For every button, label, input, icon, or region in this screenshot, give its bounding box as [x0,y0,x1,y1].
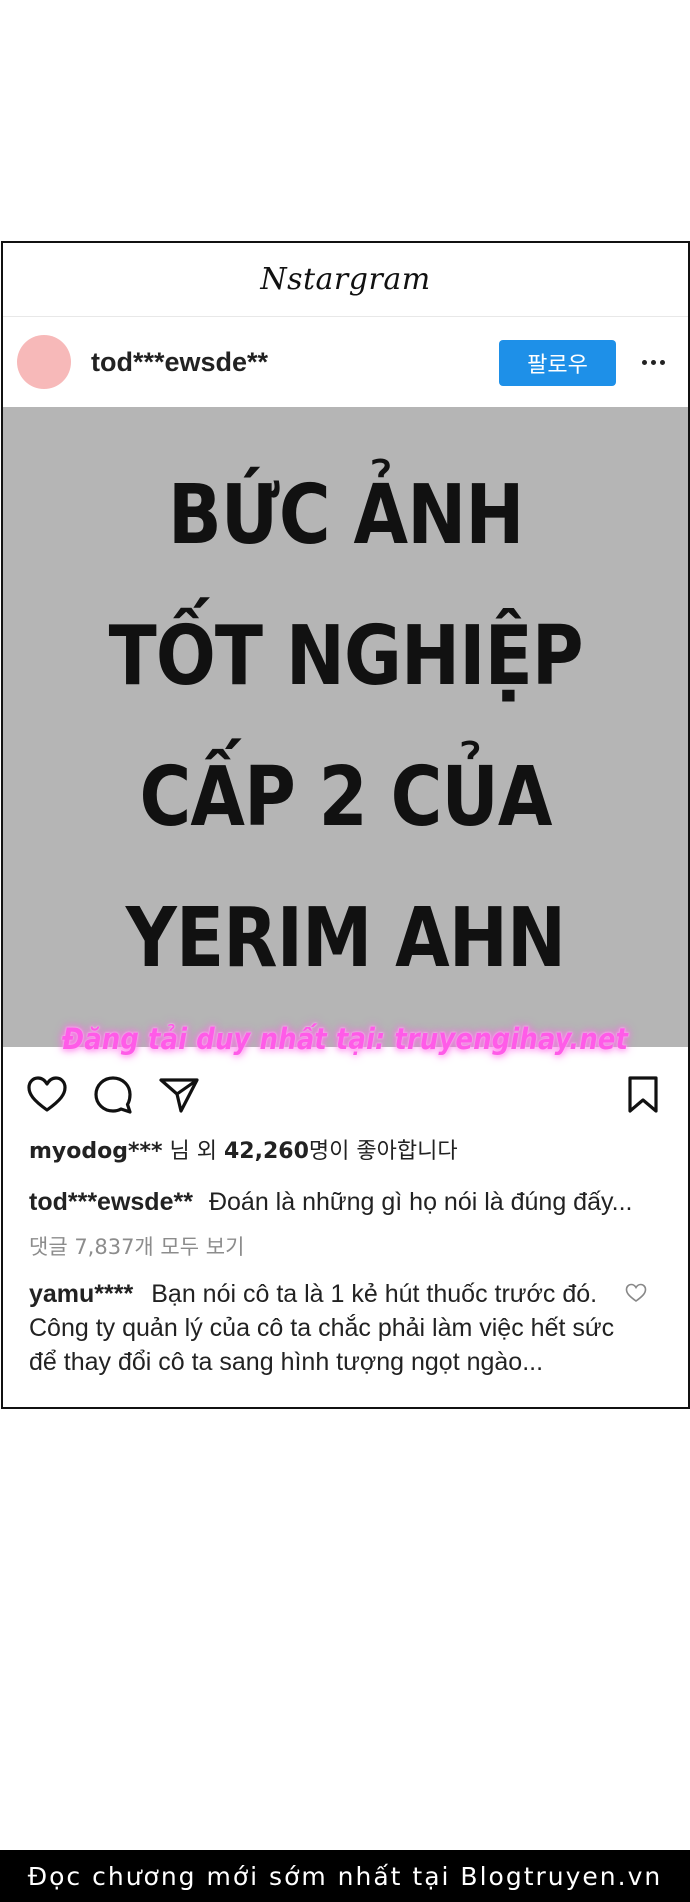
post-username[interactable]: tod***ewsde** [91,347,268,378]
likes-line: myodog*** 님 외 42,260명이 좋아합니다 [29,1133,458,1165]
app-bar: Nstargram [3,243,688,317]
action-bar [3,1073,688,1133]
post-image: BỨC ẢNH TỐT NGHIỆP CẤP 2 CỦA YERIM AHN [3,407,688,1047]
likes-suffix: 명이 좋아합니다 [308,1139,458,1164]
post-image-line: BỨC ẢNH [167,468,524,563]
post-header: tod***ewsde** 팔로우 [3,317,688,407]
post-image-line: TỐT NGHIỆP [108,609,583,704]
app-title: Nstargram [260,262,431,297]
comment-icon[interactable] [91,1073,135,1117]
caption-text: Đoán là những gì họ nói là đúng đấy... [208,1188,633,1216]
likes-count[interactable]: 42,260 [224,1139,309,1164]
caption-user[interactable]: tod***ewsde** [29,1188,193,1216]
likes-mid: 님 외 [169,1139,224,1164]
caption: tod***ewsde** Đoán là những gì họ nói là … [29,1188,632,1217]
avatar[interactable] [17,335,71,389]
post-image-line: YERIM AHN [125,891,566,986]
watermark: Đăng tải duy nhất tại: truyengihay.net [62,1022,628,1056]
likes-user[interactable]: myodog*** [29,1139,163,1164]
post-card: Nstargram tod***ewsde** 팔로우 BỨC ẢNH TỐT … [1,241,690,1409]
post-image-line: CẤP 2 CỦA [139,750,552,845]
view-all-comments-link[interactable]: 댓글 7,837개 모두 보기 [29,1231,244,1261]
share-icon[interactable] [157,1073,201,1117]
follow-button[interactable]: 팔로우 [499,340,616,386]
heart-icon[interactable] [25,1073,69,1117]
footer-banner: Đọc chương mới sớm nhất tại Blogtruyen.v… [0,1850,690,1902]
comment: yamu**** Bạn nói cô ta là 1 kẻ hút thuốc … [29,1277,619,1379]
small-heart-icon[interactable] [624,1281,648,1305]
more-icon[interactable] [633,347,673,377]
bookmark-icon[interactable] [621,1073,665,1117]
comment-user[interactable]: yamu**** [29,1280,133,1308]
